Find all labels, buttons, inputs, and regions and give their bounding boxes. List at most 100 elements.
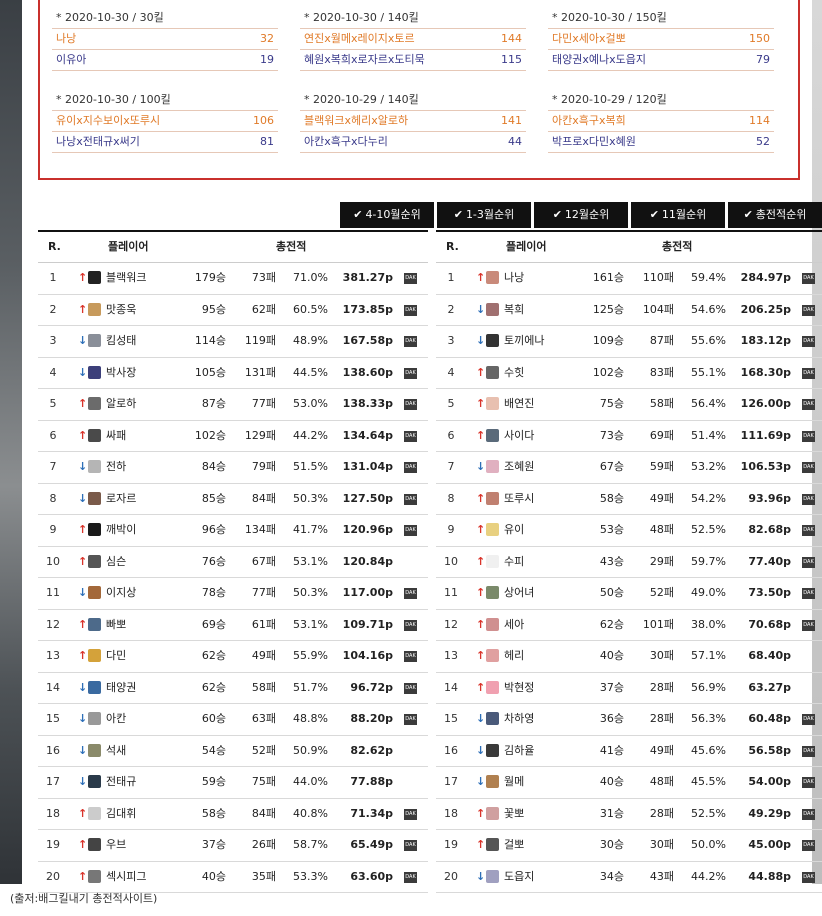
player-name[interactable]: 또루시 (504, 484, 534, 514)
table-row[interactable]: 8 ↓ 로자르 85승 84패 50.3% 127.50p DAK (38, 484, 428, 515)
table-row[interactable]: 18 ↑ 꽃뽀 31승 28패 52.5% 49.29p DAK (436, 799, 822, 830)
table-row[interactable]: 17 ↓ 월메 40승 48패 45.5% 54.00p DAK (436, 767, 822, 799)
player-name[interactable]: 빠뽀 (106, 610, 126, 640)
table-row[interactable]: 5 ↑ 알로하 87승 77패 53.0% 138.33p DAK (38, 389, 428, 421)
player-name[interactable]: 복희 (504, 295, 524, 325)
table-row[interactable]: 13 ↑ 다민 62승 49패 55.9% 104.16p DAK (38, 641, 428, 673)
player-name[interactable]: 헤리 (504, 641, 524, 671)
table-row[interactable]: 20 ↑ 섹시피그 40승 35패 53.3% 63.60p DAK (38, 862, 428, 893)
table-row[interactable]: 9 ↑ 깨박이 96승 134패 41.7% 120.96p DAK (38, 515, 428, 547)
duo-row[interactable]: 유이x지수보이x또루시 106 (52, 110, 278, 131)
table-row[interactable]: 7 ↓ 조혜원 67승 59패 53.2% 106.53p DAK (436, 452, 822, 484)
player-name[interactable]: 걸뽀 (504, 830, 524, 860)
player-name[interactable]: 알로하 (106, 389, 136, 419)
dak-badge-icon[interactable]: DAK (404, 399, 417, 410)
table-row[interactable]: 12 ↑ 세아 62승 101패 38.0% 70.68p DAK (436, 610, 822, 641)
dak-badge-icon[interactable]: DAK (802, 714, 815, 725)
table-row[interactable]: 18 ↑ 김대휘 58승 84패 40.8% 71.34p DAK (38, 799, 428, 830)
tab-2[interactable]: ✔ 1-3월순위 (437, 202, 531, 228)
table-row[interactable]: 2 ↓ 복희 125승 104패 54.6% 206.25p DAK (436, 295, 822, 326)
table-row[interactable]: 8 ↑ 또루시 58승 49패 54.2% 93.96p DAK (436, 484, 822, 515)
table-row[interactable]: 15 ↓ 아칸 60승 63패 48.8% 88.20p DAK (38, 704, 428, 736)
player-name[interactable]: 박사장 (106, 358, 136, 388)
duo-row[interactable]: 블랙워크x헤리x알로하 141 (300, 110, 526, 131)
dak-badge-icon[interactable]: DAK (802, 304, 815, 316)
player-name[interactable]: 싸패 (106, 421, 126, 451)
dak-badge-icon[interactable]: DAK (404, 493, 417, 505)
table-row[interactable]: 2 ↑ 맛종욱 95승 62패 60.5% 173.85p DAK (38, 295, 428, 326)
player-name[interactable]: 다민 (106, 641, 126, 671)
dak-badge-icon[interactable]: DAK (404, 714, 417, 725)
player-name[interactable]: 섹시피그 (106, 862, 146, 892)
player-name[interactable]: 전하 (106, 452, 126, 482)
player-name[interactable]: 아칸 (106, 704, 126, 734)
player-name[interactable]: 월메 (504, 767, 524, 797)
table-row[interactable]: 19 ↑ 걸뽀 30승 30패 50.0% 45.00p DAK (436, 830, 822, 862)
table-row[interactable]: 6 ↑ 사이다 73승 69패 51.4% 111.69p DAK (436, 421, 822, 452)
tab-4[interactable]: ✔ 11월순위 (631, 202, 725, 228)
table-row[interactable]: 11 ↓ 이지상 78승 77패 50.3% 117.00p DAK (38, 578, 428, 610)
player-name[interactable]: 상어녀 (504, 578, 534, 608)
duo-row[interactable]: 나낭x전태규x써기 81 (52, 131, 278, 153)
player-name[interactable]: 차하영 (504, 704, 534, 734)
table-row[interactable]: 10 ↑ 심슨 76승 67패 53.1% 120.84p (38, 547, 428, 578)
dak-badge-icon[interactable]: DAK (404, 840, 417, 851)
dak-badge-icon[interactable]: DAK (404, 619, 417, 631)
tab-5[interactable]: ✔ 총전적순위 (728, 202, 822, 228)
table-row[interactable]: 6 ↑ 싸패 102승 129패 44.2% 134.64p DAK (38, 421, 428, 452)
player-name[interactable]: 사이다 (504, 421, 534, 451)
table-row[interactable]: 16 ↓ 김하율 41승 49패 45.6% 56.58p DAK (436, 736, 822, 767)
dak-badge-icon[interactable]: DAK (802, 493, 815, 505)
table-row[interactable]: 1 ↑ 나낭 161승 110패 59.4% 284.97p DAK (436, 263, 822, 295)
dak-badge-icon[interactable]: DAK (802, 808, 815, 820)
player-name[interactable]: 태양권 (106, 673, 136, 703)
dak-badge-icon[interactable]: DAK (404, 871, 417, 883)
player-name[interactable]: 조혜원 (504, 452, 534, 482)
dak-badge-icon[interactable]: DAK (404, 525, 417, 536)
dak-badge-icon[interactable]: DAK (404, 808, 417, 820)
player-name[interactable]: 수피 (504, 547, 524, 577)
dak-badge-icon[interactable]: DAK (802, 556, 815, 568)
table-row[interactable]: 3 ↓ 킴성태 114승 119패 48.9% 167.58p DAK (38, 326, 428, 358)
tab-1[interactable]: ✔ 4-10월순위 (340, 202, 434, 228)
table-row[interactable]: 3 ↓ 토끼에나 109승 87패 55.6% 183.12p DAK (436, 326, 822, 358)
table-row[interactable]: 11 ↑ 상어녀 50승 52패 49.0% 73.50p DAK (436, 578, 822, 610)
dak-badge-icon[interactable]: DAK (802, 462, 815, 473)
dak-badge-icon[interactable]: DAK (404, 462, 417, 473)
player-name[interactable]: 수힛 (504, 358, 524, 388)
dak-badge-icon[interactable]: DAK (802, 399, 815, 410)
player-name[interactable]: 꽃뽀 (504, 799, 524, 829)
dak-badge-icon[interactable]: DAK (802, 619, 815, 631)
table-row[interactable]: 9 ↑ 유이 53승 48패 52.5% 82.68p DAK (436, 515, 822, 547)
table-row[interactable]: 10 ↑ 수피 43승 29패 59.7% 77.40p DAK (436, 547, 822, 578)
duo-row[interactable]: 태양권x예나x도읍지 79 (548, 49, 774, 71)
player-name[interactable]: 김하율 (504, 736, 534, 766)
duo-row[interactable]: 아칸x흑구x복희 114 (548, 110, 774, 131)
player-name[interactable]: 블랙워크 (106, 263, 146, 293)
table-row[interactable]: 14 ↑ 박현정 37승 28패 56.9% 63.27p (436, 673, 822, 704)
dak-badge-icon[interactable]: DAK (802, 777, 815, 788)
table-row[interactable]: 17 ↓ 전태규 59승 75패 44.0% 77.88p (38, 767, 428, 799)
dak-badge-icon[interactable]: DAK (404, 273, 417, 284)
dak-badge-icon[interactable]: DAK (404, 367, 417, 379)
dak-badge-icon[interactable]: DAK (802, 588, 815, 599)
table-row[interactable]: 7 ↓ 전하 84승 79패 51.5% 131.04p DAK (38, 452, 428, 484)
duo-row[interactable]: 아칸x흑구x다누리 44 (300, 131, 526, 153)
player-name[interactable]: 킴성태 (106, 326, 136, 356)
dak-badge-icon[interactable]: DAK (404, 588, 417, 599)
table-row[interactable]: 5 ↑ 배연진 75승 58패 56.4% 126.00p DAK (436, 389, 822, 421)
tab-3[interactable]: ✔ 12월순위 (534, 202, 628, 228)
duo-row[interactable]: 나낭 32 (52, 28, 278, 49)
player-name[interactable]: 석새 (106, 736, 126, 766)
table-row[interactable]: 20 ↓ 도읍지 34승 43패 44.2% 44.88p DAK (436, 862, 822, 893)
duo-row[interactable]: 혜원x복희x로자르x도티묵 115 (300, 49, 526, 71)
dak-badge-icon[interactable]: DAK (802, 273, 815, 284)
player-name[interactable]: 김대휘 (106, 799, 136, 829)
player-name[interactable]: 유이 (504, 515, 524, 545)
player-name[interactable]: 토끼에나 (504, 326, 544, 356)
dak-badge-icon[interactable]: DAK (404, 651, 417, 662)
player-name[interactable]: 깨박이 (106, 515, 136, 545)
table-row[interactable]: 13 ↑ 헤리 40승 30패 57.1% 68.40p (436, 641, 822, 673)
player-name[interactable]: 맛종욱 (106, 295, 136, 325)
dak-badge-icon[interactable]: DAK (404, 336, 417, 347)
